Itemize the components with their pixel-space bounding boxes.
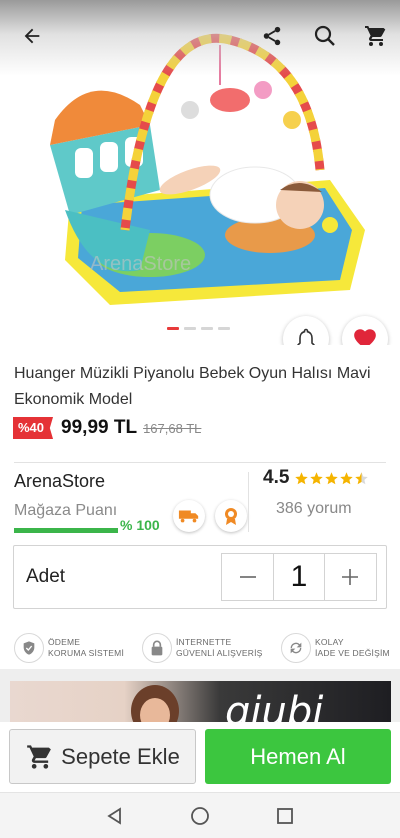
divider <box>14 462 386 463</box>
trust-badge-payment: ÖDEME KORUMA SİSTEMİ <box>14 633 124 663</box>
star-icon <box>355 471 369 484</box>
review-count-link[interactable]: 386 yorum <box>276 500 352 518</box>
add-to-cart-button[interactable]: Sepete Ekle <box>9 729 196 784</box>
heart-icon <box>354 329 376 345</box>
decrease-button[interactable] <box>222 554 273 600</box>
rating-stars <box>294 471 369 486</box>
truck-icon <box>178 510 199 523</box>
buy-now-button[interactable]: Hemen Al <box>205 729 391 784</box>
fast-shipping-badge[interactable] <box>173 500 205 532</box>
award-ribbon-icon <box>225 508 237 525</box>
product-title: Huanger Müzikli Piyanolu Bebek Oyun Halı… <box>14 365 371 408</box>
image-pagination[interactable] <box>167 327 230 330</box>
cart-icon[interactable] <box>360 20 392 52</box>
bottom-action-bar: Sepete Ekle Hemen Al <box>0 722 400 792</box>
quantity-value[interactable]: 1 <box>273 554 325 600</box>
old-price: 167,68 TL <box>143 420 202 436</box>
price-row: %40 99,99 TL 167,68 TL <box>13 416 201 440</box>
pagination-dot[interactable] <box>218 327 230 330</box>
cart-icon <box>27 744 52 769</box>
store-score-bar <box>14 528 118 533</box>
increase-button[interactable] <box>325 554 376 600</box>
quality-seller-badge[interactable] <box>215 500 247 532</box>
product-rating[interactable]: 4.5 <box>263 467 369 489</box>
refresh-icon <box>281 633 311 663</box>
shield-check-icon <box>14 633 44 663</box>
discount-badge: %40 <box>13 417 54 439</box>
rating-value: 4.5 <box>263 467 290 488</box>
price-alert-button[interactable] <box>283 316 329 345</box>
top-app-bar <box>0 0 400 76</box>
minus-icon <box>239 576 256 578</box>
trust-line2: KORUMA SİSTEMİ <box>48 648 125 658</box>
trust-line1: KOLAY <box>315 637 344 647</box>
nav-home-icon[interactable] <box>189 805 211 827</box>
plus-icon <box>342 569 359 585</box>
trust-line1: ÖDEME <box>48 637 81 647</box>
store-score-percent: % 100 <box>120 517 160 533</box>
promo-banner[interactable]: giubi <box>10 681 391 724</box>
pagination-dot[interactable] <box>201 327 213 330</box>
bell-icon <box>297 328 315 345</box>
trust-line2: İADE VE DEĞİŞİM <box>315 648 390 658</box>
system-navigation-bar <box>0 792 400 838</box>
store-score-fill <box>14 528 118 533</box>
star-icon <box>310 471 324 484</box>
trust-badge-secure: İNTERNETTE GÜVENLİ ALIŞVERİŞ <box>142 633 263 663</box>
trust-line2: GÜVENLİ ALIŞVERİŞ <box>176 648 263 658</box>
product-image-gallery[interactable]: ArenaStore <box>0 0 400 345</box>
divider <box>248 472 249 532</box>
store-score-label: Mağaza Puanı <box>14 502 118 519</box>
search-icon[interactable] <box>309 20 341 52</box>
watermark-text: ArenaStore <box>90 253 191 275</box>
quantity-stepper[interactable]: 1 <box>221 553 377 601</box>
banner-brand-text: giubi <box>225 689 324 724</box>
share-icon[interactable] <box>256 20 288 52</box>
star-icon <box>295 471 309 484</box>
banner-model-image <box>131 685 179 724</box>
current-price: 99,99 TL <box>61 417 138 438</box>
favorite-button[interactable] <box>342 316 388 345</box>
add-to-cart-label: Sepete Ekle <box>61 743 180 769</box>
trust-line1: İNTERNETTE <box>176 637 232 647</box>
trust-badge-return: KOLAY İADE VE DEĞİŞİM <box>281 633 390 663</box>
store-name-link[interactable]: ArenaStore <box>14 471 105 492</box>
lock-icon <box>142 633 172 663</box>
back-arrow-icon[interactable] <box>16 20 48 52</box>
quantity-label: Adet <box>26 566 66 587</box>
nav-back-icon[interactable] <box>104 805 126 827</box>
pagination-dot[interactable] <box>167 327 179 330</box>
star-icon <box>340 471 354 484</box>
pagination-dot[interactable] <box>184 327 196 330</box>
quantity-section: Adet 1 <box>13 545 387 609</box>
nav-recents-icon[interactable] <box>274 805 296 827</box>
star-icon <box>325 471 339 484</box>
